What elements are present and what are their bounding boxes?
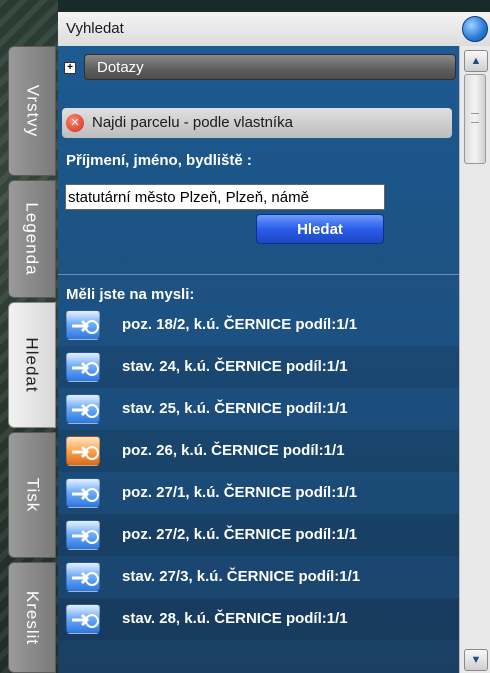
field-label: Příjmení, jméno, bydliště : <box>66 152 252 169</box>
tab-legenda[interactable]: Legenda <box>8 180 56 298</box>
result-label: poz. 27/1, k.ú. ČERNICE podíl:1/1 <box>122 484 358 501</box>
dotazy-button[interactable]: Dotazy <box>84 54 456 80</box>
query-header: ✕ Najdi parcelu - podle vlastníka <box>62 108 452 138</box>
parcel-arrow-icon[interactable] <box>66 478 100 508</box>
list-item[interactable]: poz. 27/1, k.ú. ČERNICE podíl:1/1 <box>58 472 459 514</box>
tab-label: Vrstvy <box>23 84 42 138</box>
tab-label: Kreslit <box>23 590 43 645</box>
result-label: poz. 18/2, k.ú. ČERNICE podíl:1/1 <box>122 316 358 333</box>
parcel-arrow-icon[interactable] <box>66 352 100 382</box>
divider <box>58 274 459 275</box>
result-label: stav. 24, k.ú. ČERNICE podíl:1/1 <box>122 358 348 375</box>
list-item[interactable]: stav. 27/3, k.ú. ČERNICE podíl:1/1 <box>58 556 459 598</box>
search-button[interactable]: Hledat <box>256 214 384 244</box>
parcel-arrow-icon[interactable] <box>66 394 100 424</box>
list-item[interactable]: poz. 26, k.ú. ČERNICE podíl:1/1 <box>58 430 459 472</box>
vertical-scrollbar[interactable]: ▲ ▼ <box>459 46 490 673</box>
parcel-arrow-icon[interactable] <box>66 436 100 466</box>
parcel-arrow-icon[interactable] <box>66 604 100 634</box>
suggestions-label: Měli jste na mysli: <box>66 286 195 303</box>
info-icon[interactable] <box>462 16 488 42</box>
parcel-arrow-icon[interactable] <box>66 520 100 550</box>
parcel-arrow-icon[interactable] <box>66 562 100 592</box>
panel-title: Vyhledat <box>66 20 124 37</box>
list-item[interactable]: stav. 25, k.ú. ČERNICE podíl:1/1 <box>58 388 459 430</box>
scroll-thumb[interactable] <box>464 74 486 164</box>
close-icon[interactable]: ✕ <box>66 114 84 132</box>
panel-header: Vyhledat <box>58 12 490 47</box>
scroll-down-arrow-icon[interactable]: ▼ <box>464 649 488 671</box>
list-item[interactable]: poz. 27/2, k.ú. ČERNICE podíl:1/1 <box>58 514 459 556</box>
list-item[interactable]: poz. 18/2, k.ú. ČERNICE podíl:1/1 <box>58 304 459 346</box>
search-input[interactable] <box>65 184 385 210</box>
parcel-arrow-icon[interactable] <box>66 310 100 340</box>
tab-hledat[interactable]: Hledat <box>8 302 56 428</box>
result-label: stav. 25, k.ú. ČERNICE podíl:1/1 <box>122 400 348 417</box>
list-item[interactable]: stav. 28, k.ú. ČERNICE podíl:1/1 <box>58 598 459 640</box>
result-label: stav. 28, k.ú. ČERNICE podíl:1/1 <box>122 610 348 627</box>
vertical-tabs: Vrstvy Legenda Hledat Tisk Kreslit <box>8 46 58 673</box>
expand-icon[interactable]: + <box>64 62 76 74</box>
result-label: poz. 27/2, k.ú. ČERNICE podíl:1/1 <box>122 526 358 543</box>
search-panel: + Dotazy ✕ Najdi parcelu - podle vlastní… <box>58 46 459 673</box>
tab-label: Legenda <box>23 202 42 276</box>
tab-label: Hledat <box>23 337 43 393</box>
scroll-up-arrow-icon[interactable]: ▲ <box>464 50 488 72</box>
query-label: Najdi parcelu - podle vlastníka <box>92 114 293 131</box>
tab-vrstvy[interactable]: Vrstvy <box>8 46 56 176</box>
tab-kreslit[interactable]: Kreslit <box>8 562 56 673</box>
tab-tisk[interactable]: Tisk <box>8 432 56 558</box>
result-label: stav. 27/3, k.ú. ČERNICE podíl:1/1 <box>122 568 361 585</box>
dotazy-section: + Dotazy <box>62 54 456 82</box>
list-item[interactable]: stav. 24, k.ú. ČERNICE podíl:1/1 <box>58 346 459 388</box>
tab-label: Tisk <box>23 477 42 513</box>
result-label: poz. 26, k.ú. ČERNICE podíl:1/1 <box>122 442 345 459</box>
